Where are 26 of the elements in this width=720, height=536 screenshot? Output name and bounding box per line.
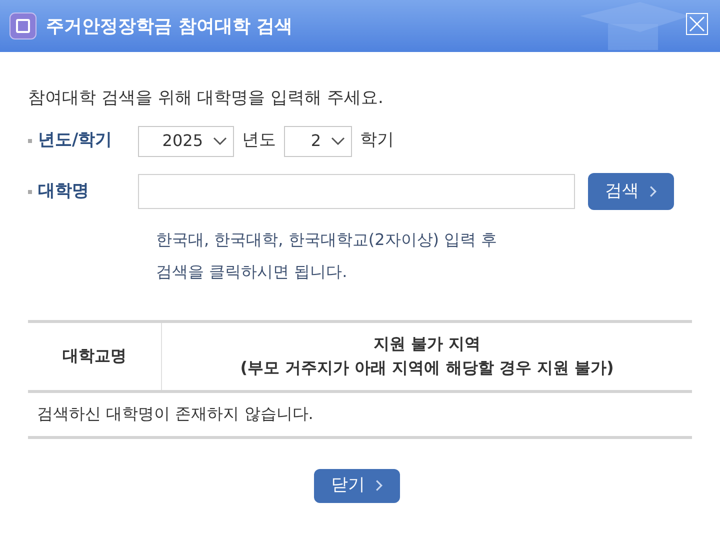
caret-icon <box>213 137 227 145</box>
chevron-icon <box>649 185 657 198</box>
close-icon <box>689 16 705 32</box>
close-button[interactable] <box>686 13 708 35</box>
university-name-field[interactable] <box>138 174 575 209</box>
close-dialog-button[interactable]: 닫기 <box>314 468 400 502</box>
bullet-icon <box>28 139 32 143</box>
search-button[interactable]: 검색 <box>588 173 674 210</box>
column-header: 대학교명 <box>62 345 126 367</box>
intro-text: 참여대학 검색을 위해 대학명을 입력해 주세요. <box>28 87 384 110</box>
dropdown[interactable]: 2025 <box>138 126 234 156</box>
bullet-icon <box>28 190 32 194</box>
hint-text: 한국대, 한국대학, 한국대학교(2자이상) 입력 후 <box>156 228 498 250</box>
hint-text: 검색을 클릭하시면 됩니다. <box>156 260 348 282</box>
chevron-icon <box>375 479 383 492</box>
field-label: 년도/학기 <box>38 129 114 152</box>
window-title: 주거안정장학금 참여대학 검색 <box>46 14 293 38</box>
column-header: 지원 불가 지역 <box>373 333 481 355</box>
column-header: (부모 거주지가 아래 지역에 해당할 경우 지원 불가) <box>240 357 614 379</box>
year-unit: 년도 <box>242 129 276 152</box>
field-label: 대학명 <box>38 180 90 203</box>
caret-icon <box>331 137 345 145</box>
empty-message: 검색하신 대학명이 존재하지 않습니다. <box>37 403 314 425</box>
window-icon <box>9 12 37 40</box>
dropdown[interactable]: 2 <box>284 126 352 156</box>
semester-unit: 학기 <box>360 129 394 152</box>
